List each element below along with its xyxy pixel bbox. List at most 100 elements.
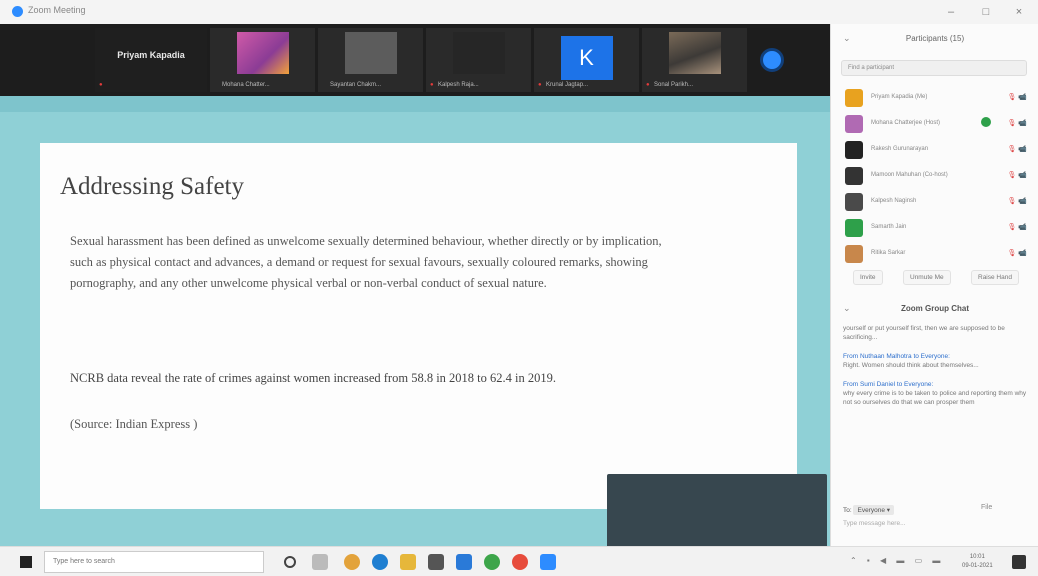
participant-row[interactable]: Kalpesh Naginsh 🎙 📹	[831, 190, 1038, 216]
presentation-slide: Addressing Safety Sexual harassment has …	[40, 143, 797, 509]
windows-start-icon[interactable]	[20, 556, 32, 568]
participant-row[interactable]: Mohana Chatterjee (Host) 🎙 📹	[831, 112, 1038, 138]
notification-icon[interactable]	[1012, 555, 1026, 569]
maximize-button[interactable]: □	[975, 3, 997, 21]
next-page-button[interactable]	[760, 48, 784, 72]
participant-list: Priyam Kapadia (Me) 🎙 📹 Mohana Chatterje…	[831, 86, 1038, 268]
close-button[interactable]: ×	[1008, 3, 1030, 21]
task-view-icon[interactable]	[312, 554, 328, 570]
participant-name: Kalpesh Naginsh	[871, 198, 917, 204]
cortana-icon[interactable]	[284, 556, 296, 568]
video-tile[interactable]: Mohana Chatter...	[210, 28, 315, 92]
window-titlebar: Zoom Meeting – □ ×	[0, 0, 1038, 24]
avatar	[344, 32, 397, 74]
video-tile-name: Sayantan Chakm...	[330, 82, 382, 88]
avatar	[845, 115, 863, 133]
avatar	[845, 245, 863, 263]
mail-icon[interactable]	[456, 554, 472, 570]
zoom-taskbar-icon[interactable]	[540, 554, 556, 570]
video-tile-name: Mohana Chatter...	[222, 82, 270, 88]
system-tray-icons[interactable]: ⌃ ▪ ◀ ▬ ▭ ▬	[850, 556, 944, 565]
avatar	[236, 32, 289, 74]
presenter-name: Priyam Kapadia	[117, 50, 185, 60]
slide-title: Addressing Safety	[60, 173, 244, 200]
avatar-initial: K	[560, 36, 613, 80]
mic-video-icon: 🎙 📹	[1007, 146, 1027, 153]
chat-input[interactable]: Type message here...	[843, 520, 906, 527]
status-dot-icon	[981, 117, 991, 127]
mic-muted-icon: ●	[99, 82, 103, 88]
video-tile-presenter[interactable]: Priyam Kapadia ●	[95, 28, 207, 92]
chat-text: yourself or put yourself first, then we …	[843, 325, 1005, 341]
video-tile-name: Krunal Jagtap...	[546, 82, 589, 88]
mic-video-icon: 🎙 📹	[1007, 120, 1027, 127]
chat-to-label: To:	[843, 507, 852, 514]
taskbar: Type here to search ⌃ ▪ ◀ ▬ ▭ ▬ 10:01 09…	[0, 546, 1038, 576]
mic-video-icon: 🎙 📹	[1007, 94, 1027, 101]
chrome-app-icon[interactable]	[484, 554, 500, 570]
slide-source: (Source: Indian Express )	[70, 417, 198, 431]
participant-name: Samarth Jain	[871, 224, 907, 230]
raise-hand-button[interactable]: Raise Hand	[971, 270, 1019, 285]
file-button[interactable]: File	[981, 504, 992, 511]
participant-name: Mohana Chatterjee (Host)	[871, 120, 941, 126]
video-tile[interactable]: Sayantan Chakm...	[318, 28, 423, 92]
chat-message: From Nuthaan Malhotra to Everyone: Right…	[843, 352, 1028, 370]
video-tile-name: Kalpesh Raja...	[438, 82, 479, 88]
mic-video-icon: 🎙 📹	[1007, 224, 1027, 231]
avatar	[845, 219, 863, 237]
mic-video-icon: 🎙 📹	[1007, 198, 1027, 205]
mic-muted-icon: ●	[430, 82, 434, 88]
app-icon[interactable]	[512, 554, 528, 570]
avatar	[845, 141, 863, 159]
video-tile[interactable]: ● Sonal Parikh...	[642, 28, 747, 92]
participant-row[interactable]: Priyam Kapadia (Me) 🎙 📹	[831, 86, 1038, 112]
chrome-icon[interactable]	[344, 554, 360, 570]
participant-name: Rakesh Gurunarayan	[871, 146, 929, 152]
video-tile[interactable]: ● Kalpesh Raja...	[426, 28, 531, 92]
taskbar-clock[interactable]: 10:01 09-01-2021	[962, 553, 993, 571]
video-tile-name: Sonal Parikh...	[654, 82, 694, 88]
participant-row[interactable]: Rakesh Gurunarayan 🎙 📹	[831, 138, 1038, 164]
edge-icon[interactable]	[372, 554, 388, 570]
participant-name: Priyam Kapadia (Me)	[871, 94, 928, 100]
participant-name: Mamoon Mahuhan (Co-host)	[871, 172, 948, 178]
avatar	[845, 89, 863, 107]
participant-row[interactable]: Samarth Jain 🎙 📹	[831, 216, 1038, 242]
shared-screen: Addressing Safety Sexual harassment has …	[0, 96, 830, 576]
avatar	[668, 32, 721, 74]
mic-video-icon: 🎙 📹	[1007, 172, 1027, 179]
minimize-button[interactable]: –	[940, 3, 962, 21]
file-explorer-icon[interactable]	[400, 554, 416, 570]
participant-name: Ritika Sarkar	[871, 250, 906, 256]
mic-muted-icon: ●	[538, 82, 542, 88]
presentation-toolbar	[0, 96, 830, 112]
chat-message: yourself or put yourself first, then we …	[843, 324, 1028, 342]
clock-date: 09-01-2021	[962, 563, 993, 569]
participant-row[interactable]: Ritika Sarkar 🎙 📹	[831, 242, 1038, 268]
chat-message: From Sumi Daniel to Everyone: why every …	[843, 380, 1028, 407]
avatar	[452, 32, 505, 74]
zoom-logo-icon	[12, 6, 23, 17]
chat-text: why every crime is to be taken to police…	[843, 390, 1027, 406]
find-participant-input[interactable]: Find a participant	[841, 60, 1027, 76]
taskbar-search-input[interactable]: Type here to search	[44, 551, 264, 573]
video-tile[interactable]: K ● Krunal Jagtap...	[534, 28, 639, 92]
recipient-select[interactable]: Everyone ▾	[853, 505, 895, 515]
store-icon[interactable]	[428, 554, 444, 570]
avatar	[845, 193, 863, 211]
chat-sender: From Sumi Daniel to Everyone:	[843, 381, 934, 388]
avatar	[845, 167, 863, 185]
participant-actions: Invite Unmute Me Raise Hand	[831, 270, 1038, 290]
chat-header: Zoom Group Chat	[901, 304, 969, 313]
unmute-me-button[interactable]: Unmute Me	[903, 270, 951, 285]
mic-muted-icon: ●	[646, 82, 650, 88]
slide-paragraph: Sexual harassment has been defined as un…	[70, 234, 662, 290]
clock-time: 10:01	[969, 554, 985, 560]
mic-video-icon: 🎙 📹	[1007, 250, 1027, 257]
participant-row[interactable]: Mamoon Mahuhan (Co-host) 🎙 📹	[831, 164, 1038, 190]
invite-button[interactable]: Invite	[853, 270, 883, 285]
participants-panel: ⌄ Participants (15) Find a participant P…	[830, 24, 1038, 546]
chat-sender: From Nuthaan Malhotra to Everyone:	[843, 353, 950, 360]
video-strip: Priyam Kapadia ● Mohana Chatter... Sayan…	[0, 24, 830, 96]
